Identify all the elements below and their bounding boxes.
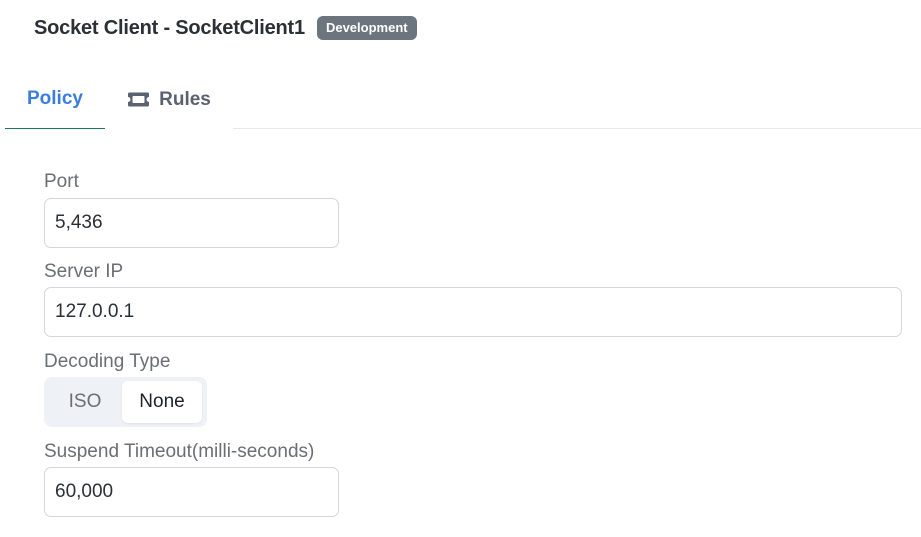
decoding-option-iso[interactable]: ISO [48, 381, 122, 423]
decoding-type-toggle: ISO None [44, 377, 207, 427]
tab-rules[interactable]: Rules [105, 70, 233, 129]
decoding-type-label: Decoding Type [44, 351, 171, 372]
suspend-timeout-input[interactable] [44, 467, 339, 517]
page-title: Socket Client - SocketClient1 [34, 16, 305, 39]
server-ip-input[interactable] [44, 287, 902, 337]
tab-policy-label: Policy [27, 88, 83, 109]
suspend-timeout-label: Suspend Timeout(milli-seconds) [44, 441, 315, 462]
environment-badge: Development [316, 16, 417, 40]
tab-rules-label: Rules [159, 88, 211, 110]
server-ip-label: Server IP [44, 261, 124, 282]
port-input[interactable] [44, 198, 339, 248]
decoding-option-none[interactable]: None [122, 381, 202, 423]
port-label: Port [44, 171, 79, 192]
tab-bar: Policy Rules [0, 70, 921, 129]
tab-policy[interactable]: Policy [5, 70, 105, 129]
ticket-icon [128, 92, 150, 107]
tab-divider [233, 128, 921, 129]
page-header: Socket Client - SocketClient1 Developmen… [34, 14, 417, 42]
